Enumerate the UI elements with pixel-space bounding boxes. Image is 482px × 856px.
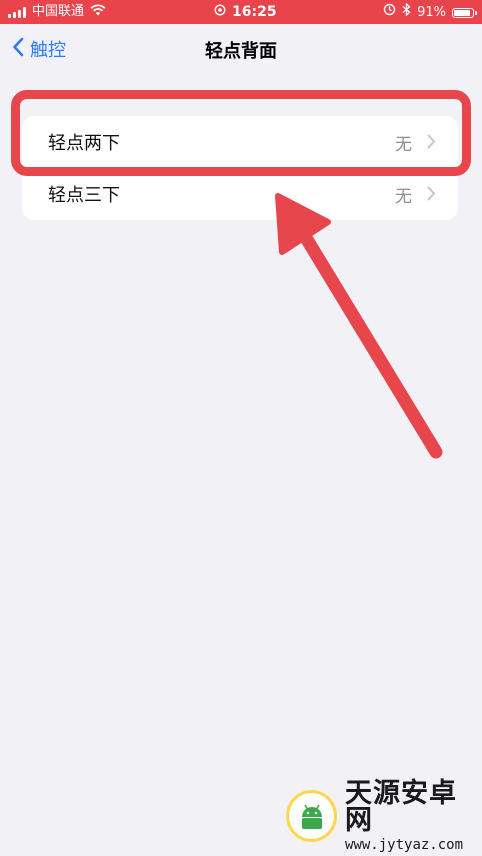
page-title: 轻点背面 [205,41,277,62]
chevron-right-icon [427,134,436,153]
signal-icon [8,6,26,18]
watermark-title: 天源安卓网 [345,778,458,836]
tap-options-list: 轻点两下 无 轻点三下 无 [22,116,458,220]
row-value: 无 [395,186,412,207]
status-center: 16:25 [214,3,277,21]
list-item-double-tap[interactable]: 轻点两下 无 [22,116,458,168]
row-label: 轻点两下 [48,133,120,154]
wifi-icon [90,4,106,20]
carrier-label: 中国联通 [32,4,85,19]
android-logo-icon [286,790,338,842]
battery-percent: 91% [417,4,446,20]
orientation-lock-icon [214,3,226,21]
status-bar: 中国联通 16:25 91% [0,0,482,24]
status-time: 16:25 [232,4,277,20]
row-label: 轻点三下 [48,185,120,206]
row-value: 无 [395,134,412,155]
status-left: 中国联通 [8,4,106,20]
bluetooth-icon [402,2,411,22]
battery-icon [452,7,477,18]
status-right: 91% [383,2,477,22]
chevron-right-icon [427,186,436,205]
list-item-triple-tap[interactable]: 轻点三下 无 [22,168,458,220]
watermark: 天源安卓网 www.jytyaz.com [286,780,482,852]
alarm-icon [383,3,396,22]
watermark-url: www.jytyaz.com [345,837,464,853]
battery-fill [454,9,470,16]
navigation-bar: 触控 轻点背面 [0,24,482,74]
